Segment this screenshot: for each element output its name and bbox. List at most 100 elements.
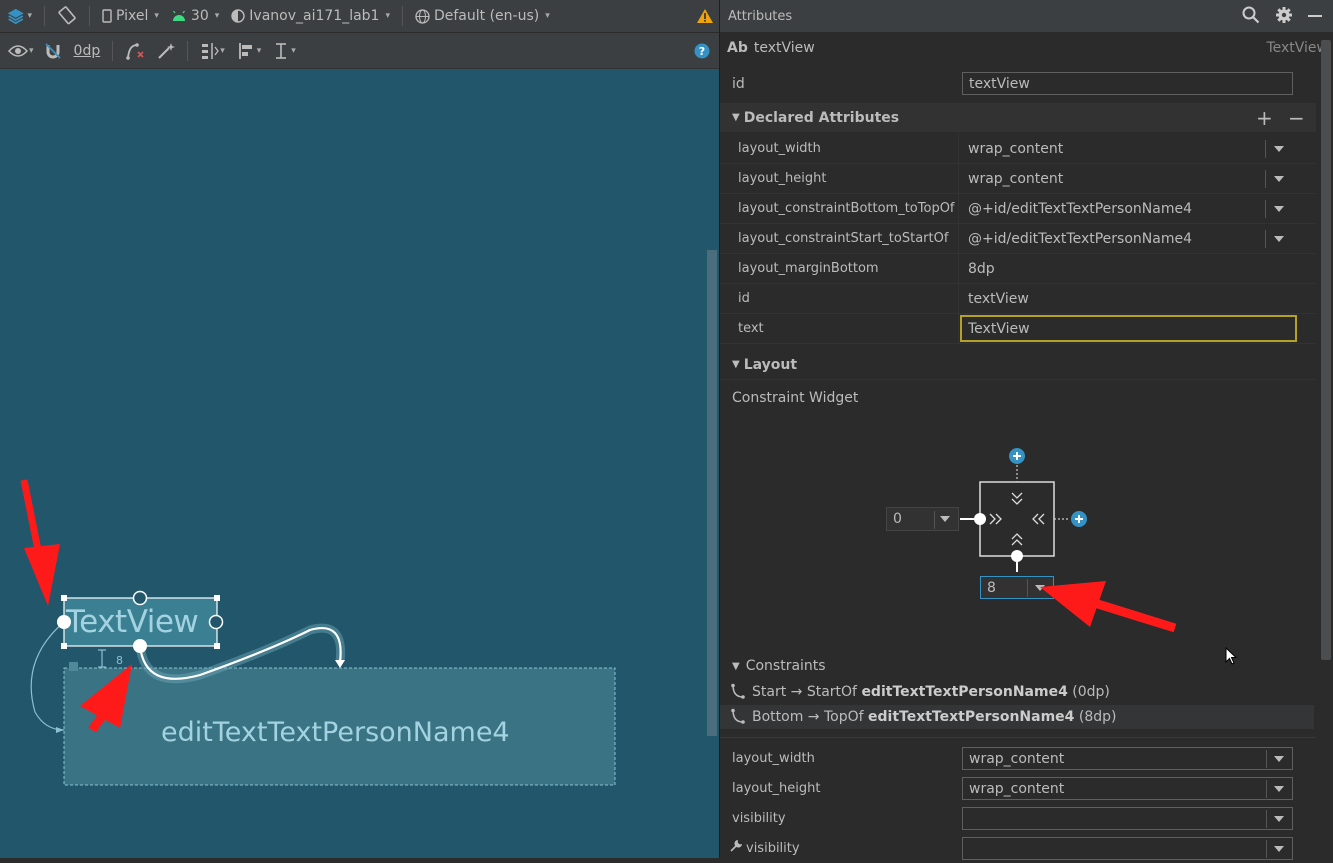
- attribute-row[interactable]: layout_width wrap_content: [720, 134, 1316, 164]
- attribute-key: layout_constraintStart_toStartOf: [738, 231, 949, 246]
- attribute-dropdown[interactable]: wrap_content: [962, 747, 1293, 770]
- attributes-scrollbar[interactable]: [1321, 40, 1331, 660]
- minimize-icon[interactable]: [1308, 14, 1322, 18]
- attribute-row[interactable]: layout_width wrap_content: [720, 745, 1316, 773]
- constraint-target: editTextTextPersonName4: [861, 684, 1068, 700]
- attribute-dropdown[interactable]: [962, 807, 1293, 830]
- attribute-value[interactable]: wrap_content: [960, 167, 1316, 191]
- start-anchor-dot[interactable]: [974, 513, 986, 525]
- device-selector[interactable]: Pixel ▾: [96, 0, 165, 32]
- constraint-prefix: Bottom → TopOf: [752, 709, 869, 725]
- canvas-scrollbar[interactable]: [707, 250, 717, 736]
- attribute-value[interactable]: wrap_content: [960, 137, 1316, 161]
- api-level-selector[interactable]: 30 ▾: [165, 0, 225, 32]
- theme-selector[interactable]: Ivanov_ai171_lab1 ▾: [225, 0, 396, 32]
- attribute-key: layout_height: [732, 781, 821, 796]
- id-input[interactable]: textView: [962, 72, 1293, 95]
- orientation-icon[interactable]: [51, 0, 83, 32]
- id-input-value: textView: [969, 75, 1030, 92]
- warning-icon[interactable]: [690, 0, 720, 32]
- end-anchor[interactable]: [208, 614, 224, 630]
- layout-editor: ▾ Pixel ▾ 30 ▾ Ivanov_ai171_lab1 ▾ Default …: [0, 0, 719, 858]
- attribute-value[interactable]: textView: [960, 287, 1316, 311]
- attribute-row[interactable]: layout_marginBottom 8dp: [720, 254, 1316, 284]
- gear-icon[interactable]: [1275, 6, 1293, 24]
- align-icon[interactable]: ▾: [231, 33, 268, 68]
- attribute-dropdown[interactable]: [962, 837, 1293, 860]
- top-anchor[interactable]: [132, 590, 148, 606]
- attribute-row[interactable]: visibility: [720, 835, 1316, 863]
- text-value-input[interactable]: TextView: [960, 315, 1297, 342]
- resize-handle[interactable]: [214, 595, 220, 601]
- declared-attributes-title: Declared Attributes: [743, 109, 900, 126]
- locale-selector[interactable]: Default (en-us) ▾: [409, 0, 556, 32]
- start-constraint-line: [30, 621, 65, 731]
- attribute-row[interactable]: layout_constraintStart_toStartOf @+id/ed…: [720, 224, 1316, 254]
- layout-section[interactable]: ▼ Layout: [720, 350, 1316, 380]
- design-toolbar: ▾ Pixel ▾ 30 ▾ Ivanov_ai171_lab1 ▾ Default …: [0, 0, 719, 33]
- remove-attribute-icon[interactable]: −: [1288, 106, 1305, 130]
- attribute-row[interactable]: layout_constraintBottom_toTopOf @+id/edi…: [720, 194, 1316, 224]
- eye-icon[interactable]: ▾: [0, 33, 38, 68]
- add-end-constraint-icon[interactable]: [1071, 511, 1087, 527]
- resize-handle[interactable]: [61, 643, 67, 649]
- resize-handle[interactable]: [61, 595, 67, 601]
- dropdown-arrow-icon: [940, 516, 950, 522]
- attribute-dropdown[interactable]: wrap_content: [962, 777, 1293, 800]
- attribute-row[interactable]: visibility: [720, 805, 1316, 833]
- bottom-anchor[interactable]: [133, 639, 147, 653]
- bottom-anchor-dot[interactable]: [1011, 550, 1023, 562]
- constraint-link-icon: [731, 708, 745, 724]
- dropdown-arrow-icon[interactable]: [1274, 235, 1284, 242]
- dropdown-arrow-icon[interactable]: [1274, 145, 1284, 152]
- separator: [401, 6, 403, 26]
- constraint-item[interactable]: Start → StartOf editTextTextPersonName4 …: [720, 680, 1314, 704]
- magnet-off-icon[interactable]: [38, 33, 68, 68]
- attribute-value[interactable]: 8dp: [960, 257, 1316, 281]
- search-icon[interactable]: [1242, 6, 1260, 24]
- device-label: Pixel: [116, 8, 149, 24]
- pack-icon[interactable]: ▾: [194, 33, 231, 68]
- resize-handle[interactable]: [214, 643, 220, 649]
- attribute-key: id: [738, 291, 750, 306]
- guidelines-icon[interactable]: ▾: [267, 33, 302, 68]
- constraint-link-icon: [731, 683, 745, 699]
- attribute-value: wrap_content: [969, 750, 1065, 767]
- mouse-cursor-icon: [1225, 647, 1238, 665]
- bottom-constraint-arrowhead: [335, 660, 345, 668]
- dropdown-arrow-icon: [1274, 785, 1284, 792]
- attribute-row[interactable]: layout_height wrap_content: [720, 164, 1316, 194]
- attribute-row[interactable]: layout_height wrap_content: [720, 775, 1316, 803]
- dropdown-arrow-icon[interactable]: [1274, 205, 1284, 212]
- layers-icon[interactable]: ▾: [0, 0, 38, 32]
- start-margin-value: 0: [893, 511, 902, 527]
- constraint-prefix: Start → StartOf: [752, 684, 862, 700]
- attribute-row[interactable]: id textView: [720, 284, 1316, 314]
- start-constraint-arrowhead: [56, 727, 64, 733]
- help-icon[interactable]: ?: [688, 33, 716, 68]
- add-attribute-icon[interactable]: +: [1256, 106, 1273, 130]
- design-canvas[interactable]: TextView 8 editTextTextPersonName4: [0, 69, 719, 858]
- attribute-key: layout_constraintBottom_toTopOf: [738, 201, 955, 216]
- infer-constraints-icon[interactable]: [151, 33, 181, 68]
- red-arrow-annotation: [1040, 581, 1177, 633]
- constraints-title: Constraints: [745, 658, 826, 674]
- baseline-handle[interactable]: [69, 662, 78, 671]
- dropdown-arrow-icon[interactable]: [1274, 175, 1284, 182]
- android-icon: [172, 10, 185, 21]
- clear-constraints-icon[interactable]: [119, 33, 151, 68]
- constraint-item[interactable]: Bottom → TopOf editTextTextPersonName4 (…: [720, 705, 1314, 729]
- attribute-row[interactable]: text TextView: [720, 314, 1316, 344]
- constraints-section[interactable]: ▼ Constraints: [732, 658, 826, 674]
- start-margin-dropdown[interactable]: 0: [886, 507, 959, 531]
- attribute-value[interactable]: @+id/editTextTextPersonName4: [960, 197, 1316, 221]
- dropdown-arrow-icon: [1274, 755, 1284, 762]
- attribute-value[interactable]: @+id/editTextTextPersonName4: [960, 227, 1316, 251]
- collapse-triangle-icon: ▼: [732, 660, 740, 672]
- collapse-triangle-icon: ▼: [732, 359, 740, 370]
- size-mode-icon[interactable]: [989, 492, 1045, 546]
- add-top-constraint-icon[interactable]: [1009, 448, 1025, 464]
- declared-attributes-section[interactable]: ▼ Declared Attributes + −: [720, 103, 1316, 133]
- default-margin-field[interactable]: 0dp: [68, 33, 107, 68]
- separator: [187, 40, 189, 61]
